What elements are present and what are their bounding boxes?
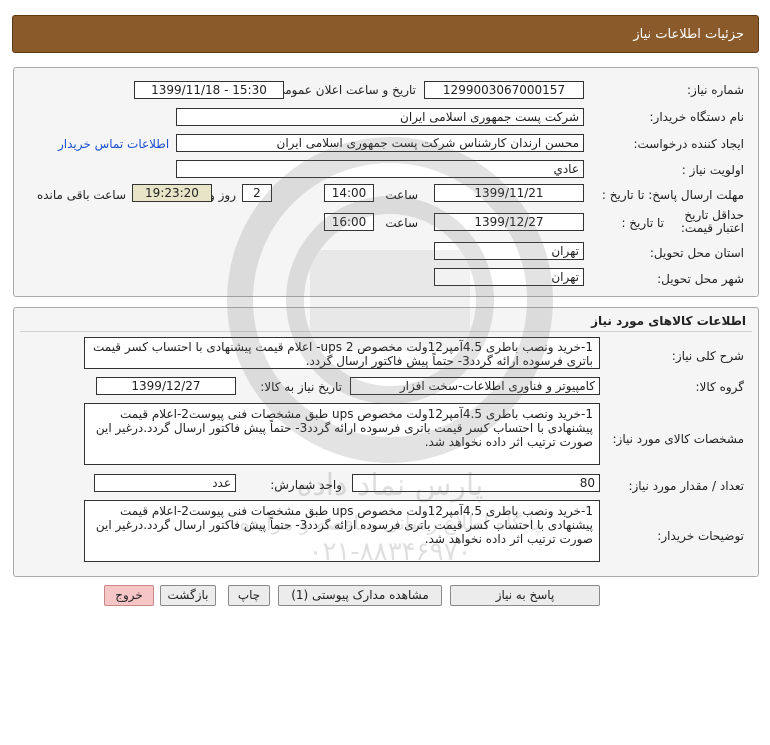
validity-to-label: تا تاریخ : (621, 216, 664, 230)
validity-date-field: 1399/12/27 (434, 213, 584, 231)
group-field: کامپیوتر و فناوری اطلاعات-سخت افزار (350, 377, 600, 395)
buyer-org-field: شرکت پست جمهوری اسلامی ایران (176, 108, 584, 126)
city-label: شهر محل تحویل: (657, 272, 744, 286)
goods-panel: اطلاعات کالاهای مورد نیاز شرح کلی نیاز: … (13, 307, 759, 577)
creator-field: محسن ارندان کارشناس شرکت پست جمهوری اسلا… (176, 134, 584, 152)
group-label: گروه کالا: (695, 380, 745, 394)
province-field: تهران (434, 242, 584, 260)
section-divider (20, 331, 752, 332)
deadline-label: مهلت ارسال پاسخ: تا تاریخ : (601, 188, 744, 202)
need-date-label: تاریخ نیاز به کالا: (260, 380, 342, 394)
unit-label: واحد شمارش: (270, 478, 342, 492)
need-date-field: 1399/12/27 (96, 377, 236, 395)
deadline-time-field: 14:00 (324, 184, 374, 202)
announce-label: تاریخ و ساعت اعلان عمومی: (271, 83, 416, 97)
specs-label: مشخصات کالای مورد نیاز: (612, 432, 744, 446)
need-number-label: شماره نیاز: (687, 83, 744, 97)
city-field: تهران (434, 268, 584, 286)
print-button[interactable]: چاپ (228, 585, 270, 606)
time-remaining-field: 19:23:20 (132, 184, 212, 202)
reply-button[interactable]: پاسخ به نیاز (450, 585, 600, 606)
view-attachments-button[interactable]: مشاهده مدارک پیوستی (1) (278, 585, 442, 606)
days-remaining-field: 2 (242, 184, 272, 202)
specs-field: 1-خرید ونصب باطری 4.5آمپر12ولت مخصوص ups… (84, 403, 600, 465)
priority-label: اولویت نیاز : (681, 163, 744, 177)
summary-field: 1-خرید ونصب باطری 4.5آمپر12ولت مخصوص ups… (84, 337, 600, 369)
summary-label: شرح کلی نیاز: (671, 349, 744, 363)
deadline-time-label: ساعت (385, 188, 418, 202)
qty-label: تعداد / مقدار مورد نیاز: (628, 479, 744, 493)
qty-field: 80 (352, 474, 600, 492)
creator-label: ایجاد کننده درخواست: (633, 137, 744, 151)
buyer-contact-link[interactable]: اطلاعات تماس خریدار (58, 137, 169, 151)
goods-section-title: اطلاعات کالاهای مورد نیاز (591, 314, 746, 328)
validity-time-field: 16:00 (324, 213, 374, 231)
days-label: روز و (209, 188, 236, 202)
need-details-panel: شماره نیاز: 1299003067000157 تاریخ و ساع… (13, 67, 759, 297)
buyer-org-label: نام دستگاه خریدار: (649, 110, 745, 124)
validity-label: حداقل تاریخ اعتبار قیمت: (680, 208, 744, 235)
back-button[interactable]: بازگشت (160, 585, 216, 606)
buyer-notes-field: 1-خرید ونصب باطری 4.5آمپر12ولت مخصوص ups… (84, 500, 600, 562)
announce-datetime-field: 1399/11/18 - 15:30 (134, 81, 284, 99)
exit-button[interactable]: خروج (104, 585, 154, 606)
buyer-notes-label: توضیحات خریدار: (657, 529, 744, 543)
page-title: جزئیات اطلاعات نیاز (633, 27, 744, 42)
deadline-date-field: 1399/11/21 (434, 184, 584, 202)
time-remaining-label: ساعت باقی مانده (36, 188, 126, 202)
province-label: استان محل تحویل: (649, 246, 744, 260)
validity-time-label: ساعت (385, 216, 418, 230)
priority-field: عادي (176, 160, 584, 178)
need-number-field: 1299003067000157 (424, 81, 584, 99)
unit-field: عدد (94, 474, 236, 492)
page-header: جزئیات اطلاعات نیاز (12, 15, 759, 53)
